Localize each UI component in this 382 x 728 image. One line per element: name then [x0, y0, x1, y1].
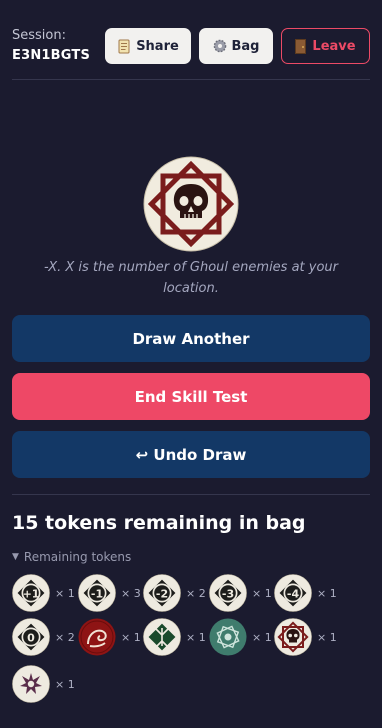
- skull-icon: [143, 156, 239, 252]
- token-label: +1: [23, 588, 40, 601]
- token-count: × 1: [317, 630, 337, 644]
- bag-label: Bag: [231, 38, 260, 54]
- share-button[interactable]: Share: [105, 28, 191, 64]
- triangle-down-icon: ▼: [12, 552, 19, 562]
- token-label: -4: [287, 588, 300, 601]
- undo-draw-button[interactable]: ↩ Undo Draw: [12, 431, 370, 478]
- token-label: 0: [27, 632, 35, 645]
- token-entry: -1 × 3: [78, 574, 141, 612]
- token-count: × 3: [121, 586, 141, 600]
- token-entry: × 1: [209, 618, 272, 656]
- end-skill-test-button[interactable]: End Skill Test: [12, 373, 370, 420]
- door-icon: [295, 38, 307, 54]
- session-code: E3N1BGTS: [12, 48, 91, 63]
- leave-label: Leave: [312, 38, 356, 54]
- minus-two-token-icon: -2: [143, 574, 181, 612]
- minus-four-token-icon: -4: [274, 574, 312, 612]
- token-count: × 1: [55, 677, 75, 691]
- remaining-title: 15 tokens remaining in bag: [12, 512, 306, 534]
- share-label: Share: [136, 38, 179, 54]
- token-entry: -4 × 1: [274, 574, 337, 612]
- token-count: × 1: [186, 630, 206, 644]
- session-header: Session: E3N1BGTS Share Bag Leave: [12, 26, 370, 66]
- token-entry: × 1: [274, 618, 337, 656]
- minus-three-token-icon: -3: [209, 574, 247, 612]
- section-divider: [12, 494, 370, 495]
- minus-one-token-icon: -1: [78, 574, 116, 612]
- token-count: × 2: [55, 630, 75, 644]
- token-entry: × 1: [143, 618, 206, 656]
- zero-token-icon: 0: [12, 618, 50, 656]
- session-label: Session:: [12, 28, 66, 43]
- token-entry: -3 × 1: [209, 574, 272, 612]
- token-entry: × 1: [12, 665, 75, 703]
- plus-one-token-icon: +1: [12, 574, 50, 612]
- cultist-token-icon: [209, 618, 247, 656]
- token-count: × 1: [252, 630, 272, 644]
- bag-button[interactable]: Bag: [199, 28, 273, 64]
- token-count: × 1: [55, 586, 75, 600]
- token-count: × 1: [317, 586, 337, 600]
- token-count: × 2: [186, 586, 206, 600]
- gear-icon: [213, 39, 226, 53]
- token-entry: 0 × 2: [12, 618, 75, 656]
- token-label: -2: [156, 588, 168, 601]
- elder-sign-token-icon: [143, 618, 181, 656]
- token-entry: -2 × 2: [143, 574, 206, 612]
- token-label: -3: [222, 588, 234, 601]
- elder-thing-token-icon: [12, 665, 50, 703]
- leave-button[interactable]: Leave: [281, 28, 370, 64]
- header-divider: [12, 79, 370, 80]
- token-label: -1: [91, 588, 103, 601]
- token-count: × 1: [252, 586, 272, 600]
- token-entry: +1 × 1: [12, 574, 75, 612]
- token-description: -X. X is the number of Ghoul enemies at …: [43, 260, 339, 296]
- token-count: × 1: [121, 630, 141, 644]
- draw-another-button[interactable]: Draw Another: [12, 315, 370, 362]
- remaining-tokens-toggle[interactable]: ▼ Remaining tokens: [12, 550, 131, 564]
- tentacle-token-icon: [78, 618, 116, 656]
- remaining-tokens-label: Remaining tokens: [23, 550, 132, 564]
- token-entry: × 1: [78, 618, 141, 656]
- skull-token-icon: [274, 618, 312, 656]
- scroll-icon: [118, 39, 130, 53]
